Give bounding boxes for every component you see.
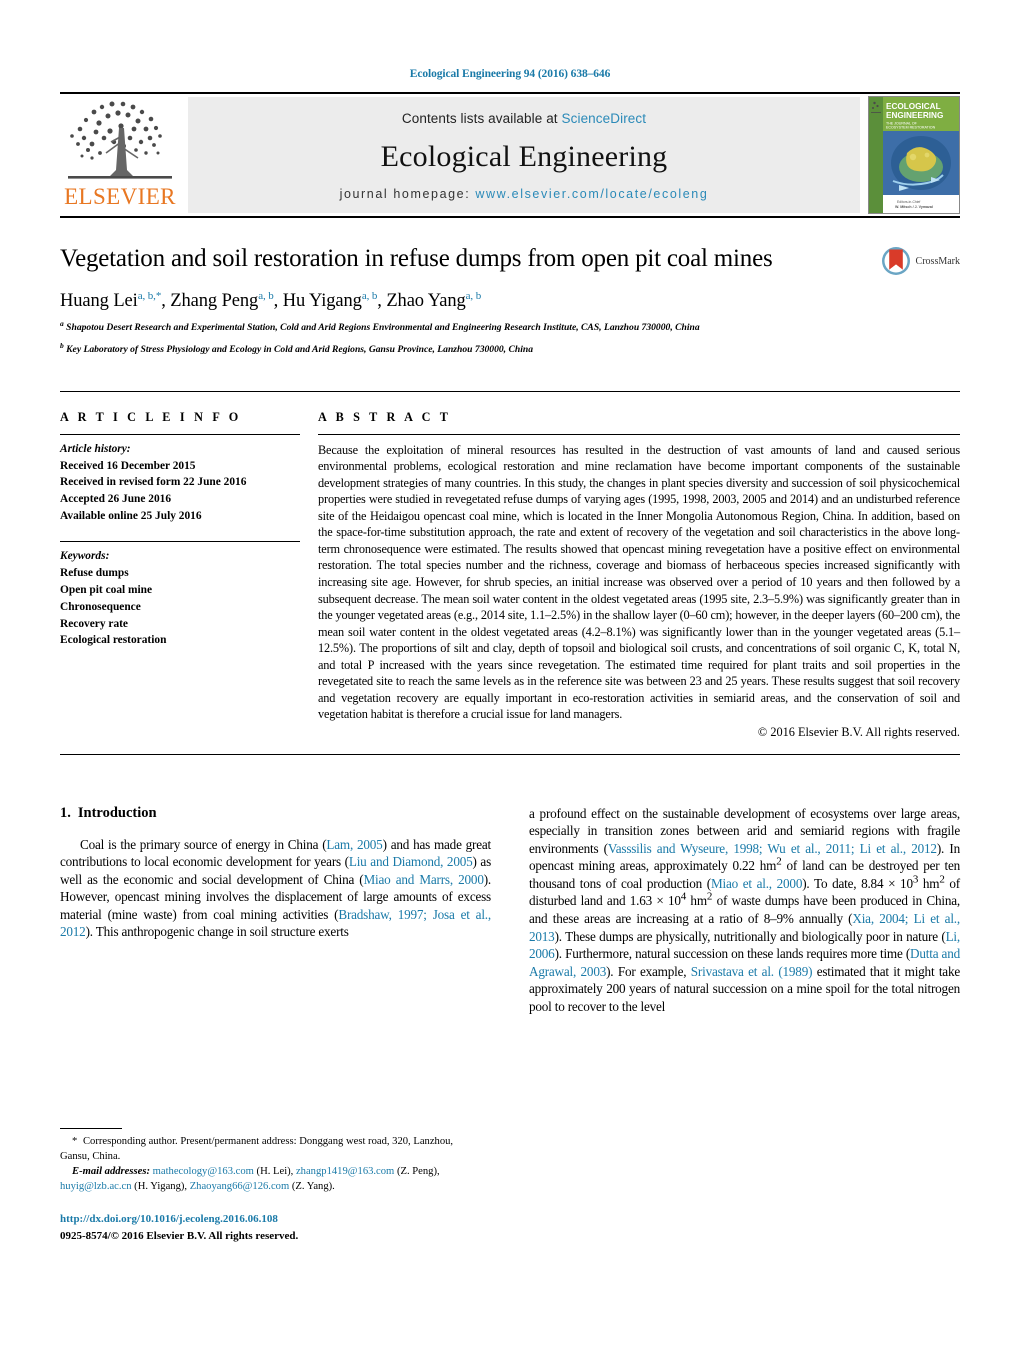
contents-prefix: Contents lists available at — [401, 111, 562, 126]
abstract-heading: A B S T R A C T — [318, 409, 452, 424]
affiliation-a-text: Shapotou Desert Research and Experimenta… — [66, 321, 700, 333]
affiliation-b-text: Key Laboratory of Stress Physiology and … — [66, 344, 534, 356]
contents-available-line: Contents lists available at ScienceDirec… — [402, 111, 646, 126]
svg-text:W. Mitsch / J. Vymazal: W. Mitsch / J. Vymazal — [895, 205, 933, 209]
affiliation-a: a Shapotou Desert Research and Experimen… — [60, 318, 960, 335]
article-history-block: Article history: Received 16 December 20… — [60, 435, 300, 525]
body-column-left: 1. Introduction Coal is the primary sourc… — [60, 805, 491, 1016]
crossmark-badge[interactable]: CrossMark — [881, 246, 960, 276]
journal-homepage-link[interactable]: www.elsevier.com/locate/ecoleng — [475, 187, 708, 201]
masthead-bottom-rule — [60, 216, 960, 218]
elsevier-tree-icon — [68, 101, 172, 179]
abstract-column: A B S T R A C T Because the exploitation… — [318, 410, 960, 740]
svg-text:ECOLOGICAL: ECOLOGICAL — [886, 102, 941, 111]
keywords-label: Keywords: — [60, 550, 110, 563]
keywords-block: Keywords: Refuse dumps Open pit coal min… — [60, 541, 300, 649]
footnote-rule — [60, 1128, 122, 1129]
footnote-block: * Corresponding author. Present/permanen… — [60, 1128, 485, 1244]
info-abstract-region: A R T I C L E I N F O Article history: R… — [60, 390, 960, 740]
abstract-bottom-rule — [60, 753, 960, 755]
keyword-item: Ecological restoration — [60, 634, 167, 647]
affiliation-a-marker: a — [60, 318, 64, 328]
body-column-right: a profound effect on the sustainable dev… — [529, 805, 960, 1016]
sciencedirect-link[interactable]: ScienceDirect — [562, 111, 647, 126]
masthead-center-panel: Contents lists available at ScienceDirec… — [188, 97, 860, 213]
crossmark-icon — [881, 247, 910, 275]
body-columns: 1. Introduction Coal is the primary sourc… — [60, 805, 960, 1016]
crossmark-label: CrossMark — [915, 255, 960, 267]
keyword-item: Chronosequence — [60, 600, 141, 613]
email-addresses-note: E-mail addresses: mathecology@163.com (H… — [60, 1166, 440, 1193]
section-heading-introduction: 1. Introduction — [60, 805, 491, 822]
intro-paragraph-left: Coal is the primary source of energy in … — [60, 836, 492, 940]
journal-masthead: ELSEVIER Contents lists available at Sci… — [60, 92, 960, 216]
keyword-item: Open pit coal mine — [60, 583, 153, 596]
svg-text:ENGINEERING: ENGINEERING — [886, 111, 943, 120]
journal-cover-thumbnail: ECOLOGICAL ENGINEERING THE JOURNAL OF EC… — [868, 96, 960, 214]
abstract-copyright: © 2016 Elsevier B.V. All rights reserved… — [757, 724, 960, 739]
issn-copyright-line: 0925-8574/© 2016 Elsevier B.V. All right… — [60, 1229, 299, 1242]
affiliation-b-marker: b — [60, 340, 64, 350]
journal-homepage-line: journal homepage: www.elsevier.com/locat… — [340, 187, 709, 201]
doi-block: http://dx.doi.org/10.1016/j.ecoleng.2016… — [60, 1211, 485, 1244]
affiliation-b: b Key Laboratory of Stress Physiology an… — [60, 340, 960, 357]
history-revised: Received in revised form 22 June 2016 — [60, 476, 247, 489]
author-list: Huang Leia, b,*, Zhang Penga, b, Hu Yiga… — [60, 289, 482, 311]
history-accepted: Accepted 26 June 2016 — [60, 493, 172, 506]
abstract-text: Because the exploitation of mineral reso… — [318, 442, 960, 722]
corresponding-author-note: * Corresponding author. Present/permanen… — [60, 1136, 454, 1163]
cover-artwork: ECOLOGICAL ENGINEERING THE JOURNAL OF EC… — [869, 97, 959, 213]
journal-title: Ecological Engineering — [380, 139, 668, 173]
keywords-list: Keywords: Refuse dumps Open pit coal min… — [60, 542, 300, 649]
article-info-column: A R T I C L E I N F O Article history: R… — [60, 410, 300, 740]
svg-text:ECOSYSTEM RESTORATION: ECOSYSTEM RESTORATION — [886, 126, 936, 130]
page-title: Vegetation and soil restoration in refus… — [60, 245, 773, 272]
keyword-item: Refuse dumps — [60, 566, 129, 579]
running-head: Ecological Engineering 94 (2016) 638–646 — [409, 68, 611, 80]
history-online: Available online 25 July 2016 — [60, 510, 202, 523]
title-block: Vegetation and soil restoration in refus… — [60, 244, 960, 357]
history-received: Received 16 December 2015 — [60, 459, 196, 472]
keyword-item: Recovery rate — [60, 617, 128, 630]
article-history-label: Article history: — [60, 442, 131, 455]
article-page: Ecological Engineering 94 (2016) 638–646 — [0, 0, 1020, 1351]
elsevier-wordmark: ELSEVIER — [64, 184, 176, 209]
intro-paragraph-right: a profound effect on the sustainable dev… — [529, 805, 961, 1014]
svg-text:Editors-in-Chief: Editors-in-Chief — [897, 200, 920, 204]
section-title: Introduction — [77, 804, 157, 821]
homepage-prefix: journal homepage: — [339, 187, 476, 201]
article-info-heading: A R T I C L E I N F O — [60, 409, 242, 424]
elsevier-logo: ELSEVIER — [60, 94, 180, 216]
section-number: 1. — [60, 804, 71, 821]
doi-link[interactable]: http://dx.doi.org/10.1016/j.ecoleng.2016… — [60, 1211, 485, 1228]
